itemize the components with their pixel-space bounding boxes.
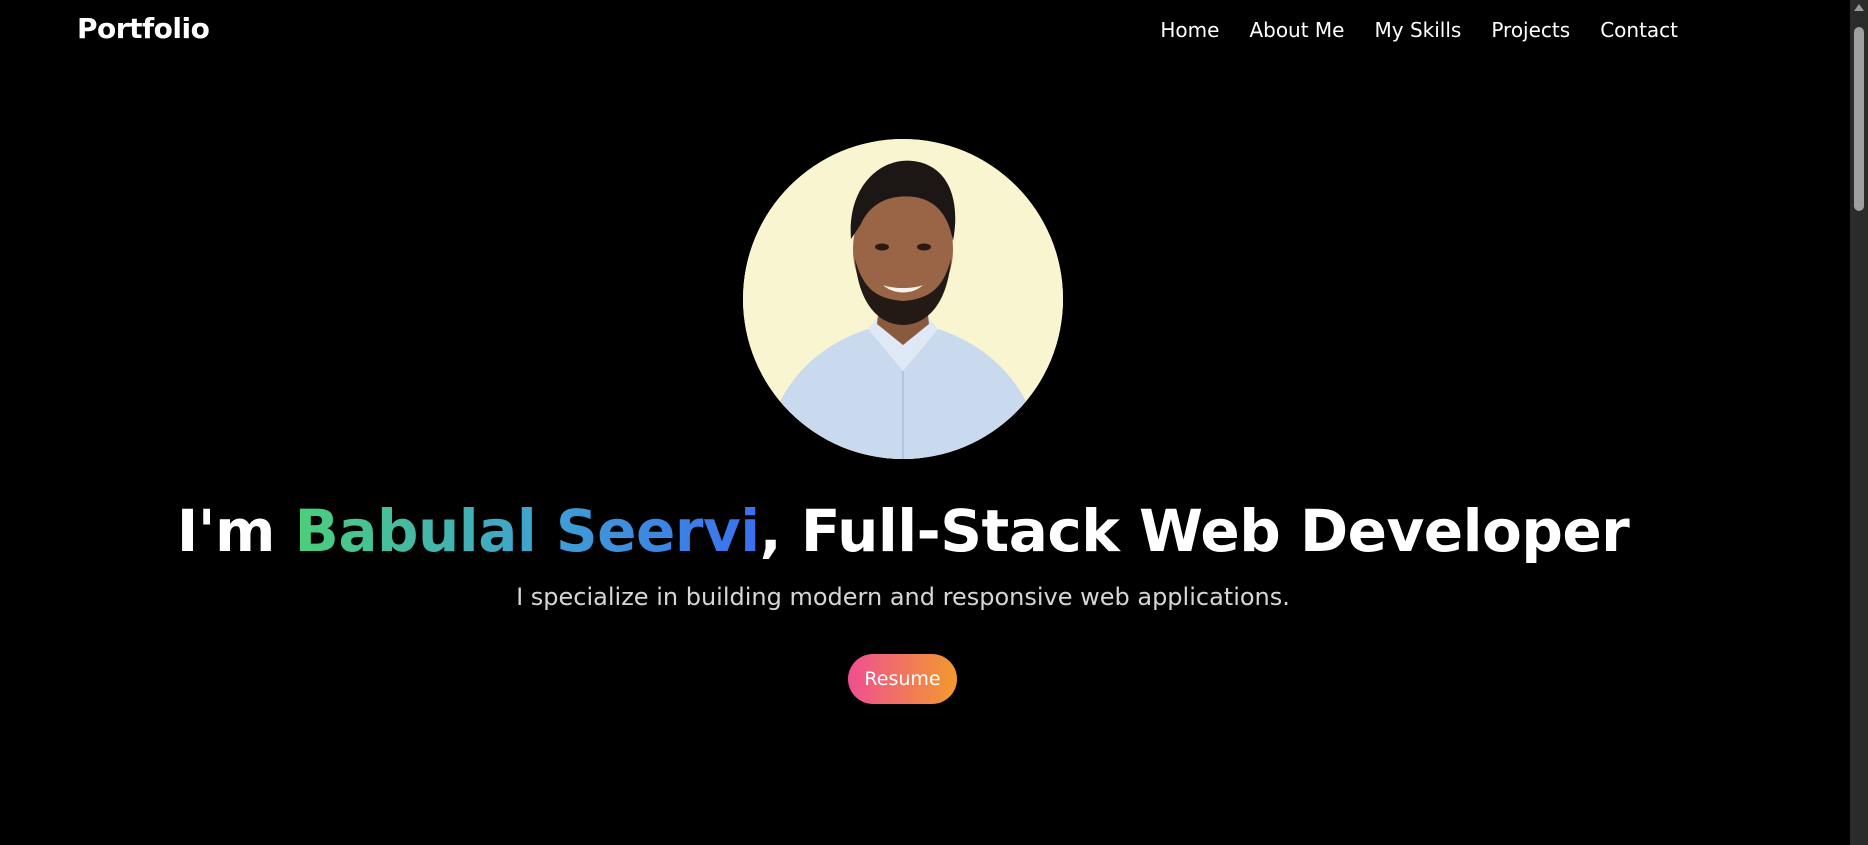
hero-section: I'm Babulal Seervi, Full-Stack Web Devel… bbox=[0, 0, 1850, 845]
hero-headline: I'm Babulal Seervi, Full-Stack Web Devel… bbox=[0, 497, 1806, 565]
scroll-up-arrow-icon[interactable] bbox=[1854, 4, 1864, 11]
portfolio-page: Portfolio Home About Me My Skills Projec… bbox=[0, 0, 1868, 845]
headline-suffix: , Full-Stack Web Developer bbox=[759, 497, 1630, 565]
resume-button[interactable]: Resume bbox=[848, 654, 957, 704]
hero-subtitle: I specialize in building modern and resp… bbox=[516, 583, 1290, 611]
profile-photo-icon bbox=[743, 139, 1063, 459]
headline-prefix: I'm bbox=[176, 497, 295, 565]
profile-avatar bbox=[743, 139, 1063, 459]
headline-name: Babulal Seervi bbox=[294, 497, 761, 565]
vertical-scrollbar[interactable] bbox=[1850, 0, 1868, 845]
scroll-thumb[interactable] bbox=[1854, 27, 1864, 211]
